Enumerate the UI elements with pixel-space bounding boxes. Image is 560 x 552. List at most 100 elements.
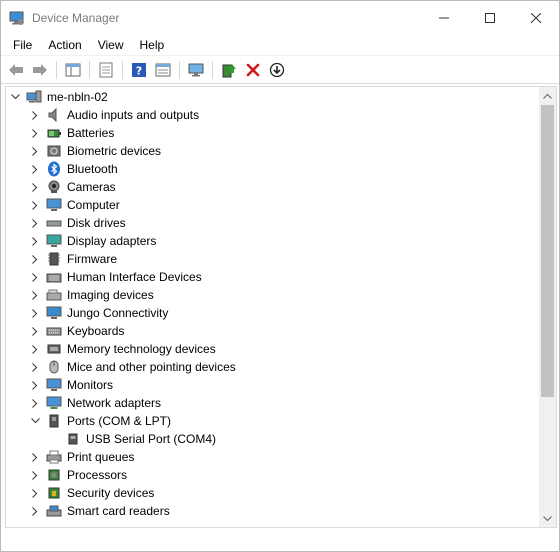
scroll-down-arrow-icon[interactable] (539, 510, 556, 527)
tree-item-mice[interactable]: Mice and other pointing devices (6, 358, 539, 376)
expand-chevron-icon[interactable] (30, 380, 40, 390)
expand-chevron-icon[interactable] (30, 200, 40, 210)
tree-item-label: Ports (COM & LPT) (67, 414, 172, 428)
expand-chevron-icon[interactable] (30, 218, 40, 228)
tree-item-usb-serial-port[interactable]: USB Serial Port (COM4) (6, 430, 539, 448)
forward-button[interactable] (29, 59, 51, 81)
expand-chevron-icon[interactable] (30, 452, 40, 462)
help-button[interactable]: ? (128, 59, 150, 81)
tree-item-biometric[interactable]: Biometric devices (6, 142, 539, 160)
expand-chevron-icon[interactable] (30, 164, 40, 174)
tree-root[interactable]: me-nbln-02 (6, 87, 539, 106)
tree-item-label: Imaging devices (67, 288, 154, 302)
tree-item-label: Monitors (67, 378, 114, 392)
expand-chevron-icon[interactable] (30, 470, 40, 480)
device-view-button[interactable] (152, 59, 174, 81)
scroll-up-arrow-icon[interactable] (539, 87, 556, 104)
tree-item-disk-drives[interactable]: Disk drives (6, 214, 539, 232)
tree-item-keyboards[interactable]: Keyboards (6, 322, 539, 340)
scanner-icon (46, 287, 62, 303)
tree-item-label: Processors (67, 468, 128, 482)
tree-item-network[interactable]: Network adapters (6, 394, 539, 412)
tree-item-smart-card[interactable]: Smart card readers (6, 502, 539, 520)
toolbar-separator (56, 60, 57, 79)
forward-arrow-icon (33, 63, 47, 76)
tree-item-label: Cameras (67, 180, 116, 194)
tree-item-bluetooth[interactable]: Bluetooth (6, 160, 539, 178)
expand-chevron-icon[interactable] (30, 398, 40, 408)
tree-root-label: me-nbln-02 (47, 89, 108, 104)
back-button[interactable] (5, 59, 27, 81)
disk-drive-icon (46, 215, 62, 231)
device-tree-list: me-nbln-02 Audio inputs and outputs Batt… (6, 87, 539, 520)
tree-item-hid[interactable]: Human Interface Devices (6, 268, 539, 286)
webcam-icon (46, 179, 62, 195)
tree-item-display-adapters[interactable]: Display adapters (6, 232, 539, 250)
tree-item-label: Biometric devices (67, 144, 162, 158)
expand-chevron-icon[interactable] (30, 362, 40, 372)
collapse-chevron-icon[interactable] (10, 92, 20, 102)
collapse-chevron-icon[interactable] (30, 416, 40, 426)
computer-icon (26, 89, 42, 105)
show-hide-tree-button[interactable] (62, 59, 84, 81)
expand-chevron-icon[interactable] (30, 110, 40, 120)
tree-item-processors[interactable]: Processors (6, 466, 539, 484)
expand-chevron-icon[interactable] (30, 182, 40, 192)
tree-item-cameras[interactable]: Cameras (6, 178, 539, 196)
show-hide-tree-icon (65, 63, 81, 76)
menu-file[interactable]: File (5, 35, 40, 55)
tree-item-label: USB Serial Port (COM4) (86, 432, 217, 446)
tree-item-label: Smart card readers (67, 504, 170, 518)
toolbar-separator (212, 60, 213, 79)
scrollbar-thumb[interactable] (541, 105, 554, 397)
vertical-scrollbar[interactable] (539, 87, 556, 527)
expand-chevron-icon[interactable] (30, 506, 40, 516)
tree-item-monitors[interactable]: Monitors (6, 376, 539, 394)
scan-hardware-button[interactable] (185, 59, 207, 81)
expand-chevron-icon[interactable] (30, 236, 40, 246)
usb-device-icon (46, 305, 62, 321)
tree-item-label: Computer (67, 198, 120, 212)
disable-device-button[interactable] (266, 59, 288, 81)
minimize-button[interactable] (421, 1, 467, 35)
menu-action[interactable]: Action (40, 35, 89, 55)
display-adapter-icon (46, 233, 62, 249)
update-driver-button[interactable] (218, 59, 240, 81)
fingerprint-icon (46, 143, 62, 159)
scan-hardware-icon (188, 63, 204, 76)
tree-item-audio[interactable]: Audio inputs and outputs (6, 106, 539, 124)
close-icon (531, 13, 541, 23)
uninstall-device-button[interactable] (242, 59, 264, 81)
expand-chevron-icon[interactable] (30, 488, 40, 498)
tree-item-memory-tech[interactable]: Memory technology devices (6, 340, 539, 358)
menu-view[interactable]: View (90, 35, 132, 55)
device-view-icon (155, 63, 171, 76)
properties-button[interactable] (95, 59, 117, 81)
tree-item-label: Network adapters (67, 396, 162, 410)
menu-help[interactable]: Help (132, 35, 173, 55)
close-button[interactable] (513, 1, 559, 35)
toolbar-separator (179, 60, 180, 79)
tree-item-jungo[interactable]: Jungo Connectivity (6, 304, 539, 322)
properties-icon (99, 62, 113, 77)
tree-item-batteries[interactable]: Batteries (6, 124, 539, 142)
tree-item-firmware[interactable]: Firmware (6, 250, 539, 268)
tree-item-print-queues[interactable]: Print queues (6, 448, 539, 466)
tree-item-label: Mice and other pointing devices (67, 360, 236, 374)
expand-chevron-icon[interactable] (30, 254, 40, 264)
expand-chevron-icon[interactable] (30, 290, 40, 300)
tree-item-ports[interactable]: Ports (COM & LPT) (6, 412, 539, 430)
keyboard-icon (46, 323, 62, 339)
expand-chevron-icon[interactable] (30, 146, 40, 156)
expand-chevron-icon[interactable] (30, 272, 40, 282)
expand-chevron-icon[interactable] (30, 326, 40, 336)
expand-chevron-icon[interactable] (30, 128, 40, 138)
tree-item-security[interactable]: Security devices (6, 484, 539, 502)
tree-item-computer[interactable]: Computer (6, 196, 539, 214)
tree-item-imaging[interactable]: Imaging devices (6, 286, 539, 304)
expand-chevron-icon[interactable] (30, 308, 40, 318)
maximize-button[interactable] (467, 1, 513, 35)
tree-item-label: Display adapters (67, 234, 157, 248)
smart-card-reader-icon (46, 503, 62, 519)
expand-chevron-icon[interactable] (30, 344, 40, 354)
